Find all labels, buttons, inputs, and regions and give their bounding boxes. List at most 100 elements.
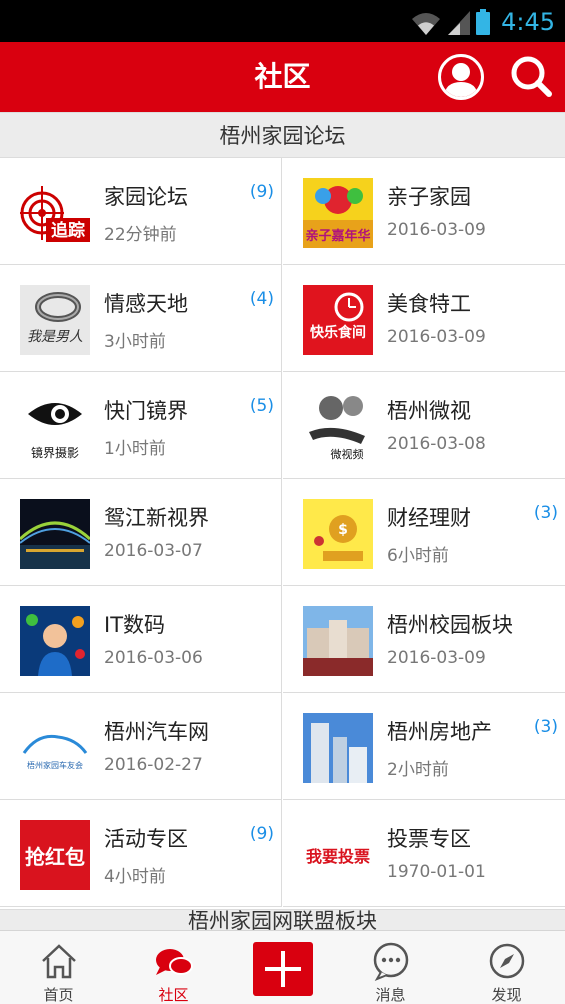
post-count-badge: (5) <box>249 396 274 416</box>
forum-item[interactable]: 微视频 梧州微视 2016-03-08 <box>283 372 565 479</box>
vote-logo: 我要投票 <box>303 820 373 890</box>
forum-time: 1小时前 <box>104 439 166 459</box>
forum-name: 情感天地 <box>104 292 188 316</box>
forum-item[interactable]: 追踪 家园论坛 22分钟前 (9) <box>0 158 282 265</box>
campus-photo <box>303 606 373 676</box>
wifi-icon <box>412 13 440 35</box>
forum-item[interactable]: 镜界摄影 快门镜界 1小时前 (5) <box>0 372 282 479</box>
post-count-badge: (9) <box>249 182 274 202</box>
thumb-text: 梧州家园车友会 <box>27 760 83 770</box>
forum-item[interactable]: IT数码 2016-03-06 <box>0 586 282 693</box>
thumb-text: 镜界摄影 <box>31 445 79 460</box>
nav-label: 社区 <box>158 986 189 1004</box>
forum-time: 2小时前 <box>387 760 449 780</box>
thumb-text: 我是男人 <box>27 329 83 345</box>
signal-icon <box>448 11 470 35</box>
status-bar: 4:45 <box>0 0 565 42</box>
forum-time: 2016-03-06 <box>104 648 203 668</box>
thumb-text: 微视频 <box>331 447 364 461</box>
forum-item[interactable]: 梧州家园车友会 梧州汽车网 2016-02-27 <box>0 693 282 800</box>
forum-time: 2016-03-08 <box>387 434 486 454</box>
forum-name: 财经理财 <box>387 506 471 530</box>
forum-name: 梧州校园板块 <box>387 613 513 637</box>
bridge-night-photo <box>20 499 90 569</box>
home-icon <box>41 944 76 979</box>
clock-logo: 快乐食间 <box>303 285 373 355</box>
nav-label: 首页 <box>43 986 74 1004</box>
money-bag-image: $ <box>303 499 373 569</box>
nav-item-community[interactable]: 社区 <box>117 931 230 1004</box>
post-count-badge: (4) <box>249 289 274 309</box>
forum-name: 鸳江新视界 <box>104 506 209 530</box>
post-count-badge: (9) <box>249 824 274 844</box>
forum-name: 活动专区 <box>104 827 188 851</box>
nav-item-home[interactable]: 首页 <box>2 931 115 1004</box>
search-icon <box>511 56 552 97</box>
post-count-badge: (3) <box>533 717 558 737</box>
add-post-button[interactable] <box>253 942 313 996</box>
nav-item-messages[interactable]: 消息 <box>334 931 447 1004</box>
forum-item[interactable]: 梧州房地产 2小时前 (3) <box>283 693 565 800</box>
building-photo <box>303 713 373 783</box>
nav-label: 消息 <box>375 986 406 1004</box>
forum-time: 4小时前 <box>104 867 166 887</box>
status-icons <box>410 9 490 35</box>
balloon-logo: 亲子嘉年华 <box>303 178 373 248</box>
forum-name: IT数码 <box>104 613 166 637</box>
forum-item[interactable]: 亲子嘉年华 亲子家园 2016-03-09 <box>283 158 565 265</box>
forum-name: 美食特工 <box>387 292 471 316</box>
bottom-nav: 首页 社区 消息 发现 <box>0 930 565 1004</box>
eye-logo: 镜界摄影 <box>20 392 90 462</box>
clock: 4:45 <box>501 8 555 36</box>
post-count-badge: (3) <box>533 503 558 523</box>
user-icon <box>444 63 478 97</box>
plus-icon <box>265 951 301 987</box>
forum-name: 梧州房地产 <box>387 720 492 744</box>
forum-item[interactable]: 鸳江新视界 2016-03-07 <box>0 479 282 586</box>
forum-time: 2016-02-27 <box>104 755 203 775</box>
section-header: 梧州家园论坛 <box>0 112 565 158</box>
forum-name: 梧州微视 <box>387 399 471 423</box>
user-profile-button[interactable] <box>438 54 484 100</box>
forum-time: 2016-03-09 <box>387 327 486 347</box>
ring-photo: 我是男人 <box>20 285 90 355</box>
nav-label: 发现 <box>491 986 522 1004</box>
thumb-text: 抢红包 <box>25 845 85 869</box>
car-club-logo: 梧州家园车友会 <box>20 713 90 783</box>
forum-item[interactable]: 我是男人 情感天地 3小时前 (4) <box>0 265 282 372</box>
digital-man-image <box>20 606 90 676</box>
forum-item[interactable]: 我要投票 投票专区 1970-01-01 <box>283 800 565 907</box>
forum-item[interactable]: 抢红包 活动专区 4小时前 (9) <box>0 800 282 907</box>
forum-name: 亲子家园 <box>387 185 471 209</box>
thumb-text: 亲子嘉年华 <box>305 228 370 244</box>
nav-item-discover[interactable]: 发现 <box>450 931 563 1004</box>
forum-time: 22分钟前 <box>104 225 177 245</box>
forum-time: 3小时前 <box>104 332 166 352</box>
forum-item[interactable]: 快乐食间 美食特工 2016-03-09 <box>283 265 565 372</box>
svg-text:$: $ <box>338 522 348 538</box>
forum-name: 梧州汽车网 <box>104 720 209 744</box>
compass-icon <box>489 943 524 979</box>
red-envelope-logo: 抢红包 <box>20 820 90 890</box>
forum-name: 快门镜界 <box>104 399 188 423</box>
forum-grid: 追踪 家园论坛 22分钟前 (9) 亲子嘉年华 亲子家园 2016-03-09 <box>0 158 565 909</box>
target-news-logo: 追踪 <box>20 178 90 248</box>
forum-item[interactable]: 梧州校园板块 2016-03-09 <box>283 586 565 693</box>
thumb-text: 我要投票 <box>306 847 370 866</box>
forum-item[interactable]: $ 财经理财 6小时前 (3) <box>283 479 565 586</box>
app-header: 社区 <box>0 42 565 112</box>
forum-time: 2016-03-07 <box>104 541 203 561</box>
search-button[interactable] <box>509 54 553 98</box>
forum-time: 2016-03-09 <box>387 648 486 668</box>
forum-time: 6小时前 <box>387 546 449 566</box>
forum-time: 2016-03-09 <box>387 220 486 240</box>
forum-time: 1970-01-01 <box>387 862 486 882</box>
forum-name: 投票专区 <box>387 827 471 851</box>
forum-name: 家园论坛 <box>104 185 188 209</box>
thumb-text: 追踪 <box>51 220 85 241</box>
battery-icon <box>476 9 490 35</box>
thumb-text: 快乐食间 <box>310 324 366 341</box>
message-icon <box>373 942 408 981</box>
film-reel-logo: 微视频 <box>303 392 373 462</box>
community-chat-icon <box>155 949 193 975</box>
